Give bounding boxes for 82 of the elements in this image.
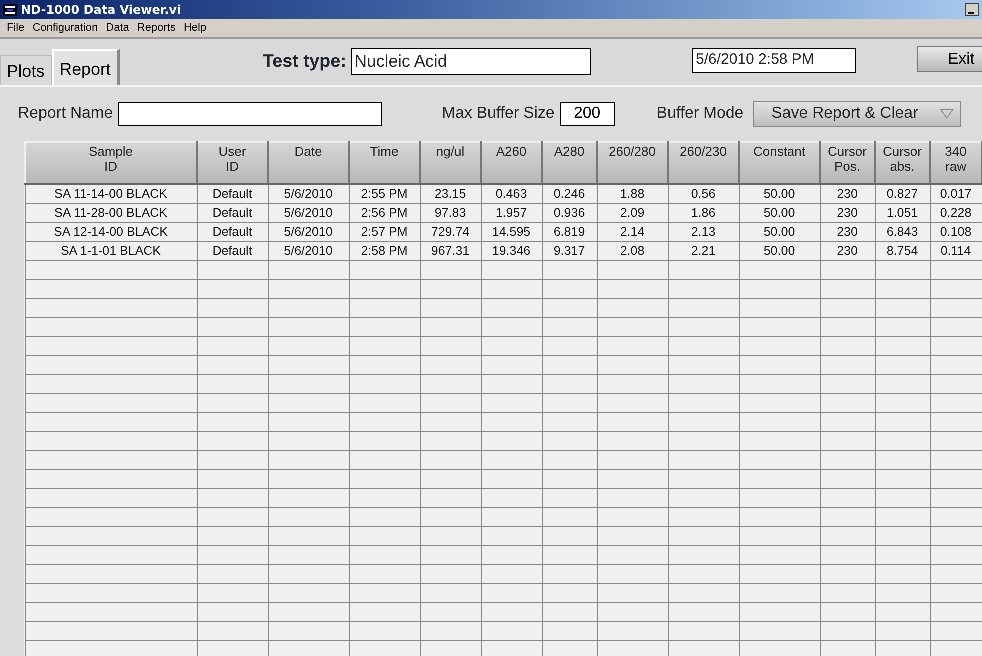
table-cell: 50.00 <box>739 222 820 241</box>
table-cell: 0.56 <box>668 184 739 203</box>
column-header[interactable]: Cursor Pos. <box>820 142 875 184</box>
max-buffer-field[interactable]: 200 <box>560 102 615 126</box>
table-cell: 2.09 <box>597 203 668 222</box>
table-cell: 9.317 <box>542 241 597 260</box>
tab[interactable]: Report <box>52 49 120 85</box>
table-cell: 1.88 <box>597 184 668 203</box>
column-header[interactable]: A260 <box>481 142 542 184</box>
column-header[interactable]: Cursor abs. <box>875 142 930 184</box>
column-header[interactable]: Constant <box>739 142 820 184</box>
table-cell: 230 <box>820 203 875 222</box>
report-name-label: Report Name <box>18 104 114 124</box>
caret-icon <box>940 109 954 119</box>
report-name-field[interactable] <box>118 102 382 126</box>
table-cell: 6.819 <box>542 222 597 241</box>
table-cell: 6.843 <box>875 222 930 241</box>
table-cell: 5/6/2010 <box>268 222 349 241</box>
minimize-button[interactable] <box>965 3 979 16</box>
test-type-label: Test type: <box>263 50 347 73</box>
table-cell: 2.13 <box>668 222 739 241</box>
menu-item[interactable]: File <box>3 22 29 34</box>
column-header[interactable]: Date <box>268 142 349 184</box>
table-cell: 230 <box>820 222 875 241</box>
table-cell: 19.346 <box>481 241 542 260</box>
column-header[interactable]: 260/230 <box>668 142 739 184</box>
max-buffer-label: Max Buffer Size <box>442 104 555 124</box>
table-cell: SA 12-14-00 BLACK <box>25 222 197 241</box>
menu-item[interactable]: Reports <box>133 22 180 34</box>
table-cell: 2:57 PM <box>349 222 420 241</box>
table-cell: Default <box>197 222 268 241</box>
table-cell: SA 11-28-00 BLACK <box>25 203 197 222</box>
table-cell: 50.00 <box>739 184 820 203</box>
menu-item[interactable]: Data <box>102 22 134 34</box>
window-title: ND-1000 Data Viewer.vi <box>21 2 182 16</box>
table-cell: 1.051 <box>875 203 930 222</box>
table-cell: 729.74 <box>420 222 481 241</box>
column-header[interactable]: User ID <box>197 142 268 184</box>
table-cell: 967.31 <box>420 241 481 260</box>
table-cell: 0.246 <box>542 184 597 203</box>
buffer-mode-dropdown[interactable]: Save Report & Clear <box>752 101 961 127</box>
column-header[interactable]: Time <box>349 142 420 184</box>
column-header[interactable]: 260/280 <box>597 142 668 184</box>
table-cell: 2:58 PM <box>349 241 420 260</box>
table-cell: 97.83 <box>420 203 481 222</box>
table-cell: 2:55 PM <box>349 184 420 203</box>
table-cell: 1.86 <box>668 203 739 222</box>
table-cell: Default <box>197 184 268 203</box>
table-cell: 0.936 <box>542 203 597 222</box>
buffer-mode-label: Buffer Mode <box>656 104 744 124</box>
table-cell: 23.15 <box>420 184 481 203</box>
table-cell: 230 <box>820 241 875 260</box>
column-header[interactable]: A280 <box>542 142 597 184</box>
app-icon <box>3 4 17 16</box>
table-cell: 0.827 <box>875 184 930 203</box>
table-cell: 2:56 PM <box>349 203 420 222</box>
test-type-field: Nucleic Acid <box>350 48 591 75</box>
menu-item[interactable]: Help <box>180 22 211 34</box>
table-cell: 2.21 <box>668 241 739 260</box>
table-cell: 50.00 <box>739 203 820 222</box>
tab[interactable]: Plots <box>0 55 52 85</box>
table-cell: 2.08 <box>597 241 668 260</box>
table-cell: Default <box>197 241 268 260</box>
table-cell: 5/6/2010 <box>268 203 349 222</box>
table-cell: 0.463 <box>481 184 542 203</box>
table-cell: SA 1-1-01 BLACK <box>25 241 197 260</box>
table-cell: 5/6/2010 <box>268 184 349 203</box>
table-cell: 8.754 <box>875 241 930 260</box>
column-header[interactable]: ng/ul <box>420 142 481 184</box>
table-cell: 50.00 <box>739 241 820 260</box>
column-header[interactable]: Sample ID <box>25 142 197 184</box>
table-cell: 14.595 <box>481 222 542 241</box>
datetime-field: 5/6/2010 2:58 PM <box>692 48 856 73</box>
table-cell: Default <box>197 203 268 222</box>
table-cell: SA 11-14-00 BLACK <box>25 184 197 203</box>
table-cell: 1.957 <box>481 203 542 222</box>
table-cell: 5/6/2010 <box>268 241 349 260</box>
menu-item[interactable]: Configuration <box>28 22 102 34</box>
column-header[interactable]: 340 raw <box>930 142 982 184</box>
exit-button[interactable]: Exit <box>917 46 982 72</box>
table-cell: 2.14 <box>597 222 668 241</box>
table-cell: 230 <box>820 184 875 203</box>
